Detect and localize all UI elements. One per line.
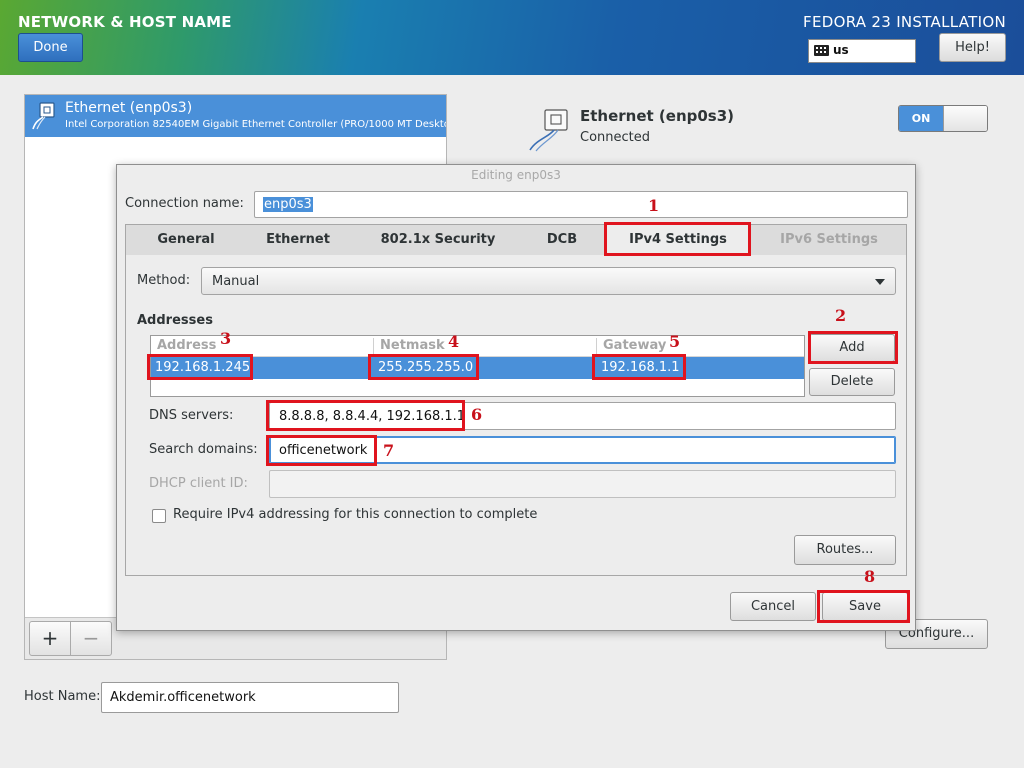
switch-on-label: ON <box>899 106 943 131</box>
ethernet-icon <box>32 102 55 130</box>
column-address[interactable]: Address <box>157 338 216 353</box>
column-gateway[interactable]: Gateway <box>603 338 666 353</box>
host-name-input[interactable]: Akdemir.officenetwork <box>101 682 399 713</box>
require-ipv4-label[interactable]: Require IPv4 addressing for this connect… <box>173 507 537 522</box>
addresses-heading: Addresses <box>137 313 213 328</box>
dns-servers-label: DNS servers: <box>149 408 234 423</box>
method-dropdown[interactable]: Manual <box>201 267 896 295</box>
connection-name-value: enp0s3 <box>263 197 313 212</box>
dhcp-client-id-label: DHCP client ID: <box>149 476 248 491</box>
method-label: Method: <box>137 273 191 288</box>
cancel-button[interactable]: Cancel <box>730 592 816 621</box>
annotation-box-search-domains <box>266 435 377 466</box>
column-separator <box>373 338 374 355</box>
annotation-number: 6 <box>471 405 483 424</box>
remove-device-button[interactable]: − <box>70 621 112 656</box>
annotation-number: 1 <box>648 196 660 215</box>
method-value: Manual <box>212 274 260 289</box>
device-description: Intel Corporation 82540EM Gigabit Ethern… <box>65 119 446 130</box>
tab-dcb[interactable]: DCB <box>526 225 598 255</box>
settings-tabs: General Ethernet 802.1x Security DCB IPv… <box>125 224 907 256</box>
header-bar: NETWORK & HOST NAME Done FEDORA 23 INSTA… <box>0 0 1024 75</box>
keyboard-layout-label: us <box>833 43 849 57</box>
annotation-box-gateway <box>592 354 686 380</box>
annotation-box-save <box>817 590 910 623</box>
column-netmask[interactable]: Netmask <box>380 338 445 353</box>
search-domains-label: Search domains: <box>149 442 258 457</box>
installation-title: FEDORA 23 INSTALLATION <box>803 13 1006 31</box>
device-detail-status: Connected <box>580 130 651 145</box>
annotation-number: 5 <box>669 332 681 351</box>
chevron-down-icon <box>875 279 885 285</box>
delete-address-button[interactable]: Delete <box>809 368 895 396</box>
tab-ethernet[interactable]: Ethernet <box>246 225 350 255</box>
connection-name-label: Connection name: <box>125 196 244 211</box>
switch-knob[interactable] <box>943 106 987 131</box>
annotation-box-ipv4-tab <box>604 222 751 256</box>
connection-name-input[interactable]: enp0s3 <box>254 191 908 218</box>
annotation-number: 7 <box>383 441 395 460</box>
keyboard-icon <box>814 45 829 56</box>
device-on-off-switch[interactable]: ON <box>898 105 988 132</box>
tab-8021x-security[interactable]: 802.1x Security <box>350 225 526 255</box>
ethernet-icon <box>529 109 568 152</box>
annotation-box-add <box>808 331 898 364</box>
dhcp-client-id-input[interactable] <box>269 470 896 498</box>
annotation-number: 4 <box>448 332 460 351</box>
done-button[interactable]: Done <box>18 33 83 62</box>
host-name-label: Host Name: <box>24 689 101 704</box>
keyboard-layout-indicator[interactable]: us <box>808 39 916 63</box>
help-button[interactable]: Help! <box>939 33 1006 62</box>
annotation-number: 3 <box>220 329 232 348</box>
device-detail-name: Ethernet (enp0s3) <box>580 107 735 125</box>
device-list-item[interactable]: Ethernet (enp0s3) Intel Corporation 8254… <box>25 95 446 137</box>
spoke-title: NETWORK & HOST NAME <box>18 13 232 31</box>
add-device-button[interactable]: + <box>29 621 71 656</box>
tab-general[interactable]: General <box>126 225 246 255</box>
device-name: Ethernet (enp0s3) <box>65 100 193 116</box>
annotation-box-dns <box>266 400 465 431</box>
tab-ipv6-settings[interactable]: IPv6 Settings <box>750 225 908 255</box>
editing-connection-dialog: Editing enp0s3 Connection name: enp0s3 G… <box>116 164 916 631</box>
routes-button[interactable]: Routes... <box>794 535 896 565</box>
column-separator <box>596 338 597 355</box>
annotation-box-netmask <box>368 354 479 380</box>
annotation-box-address <box>147 354 253 380</box>
annotation-number: 2 <box>835 306 847 325</box>
annotation-number: 8 <box>864 567 876 586</box>
require-ipv4-checkbox[interactable] <box>152 509 166 523</box>
dialog-title: Editing enp0s3 <box>471 168 561 182</box>
